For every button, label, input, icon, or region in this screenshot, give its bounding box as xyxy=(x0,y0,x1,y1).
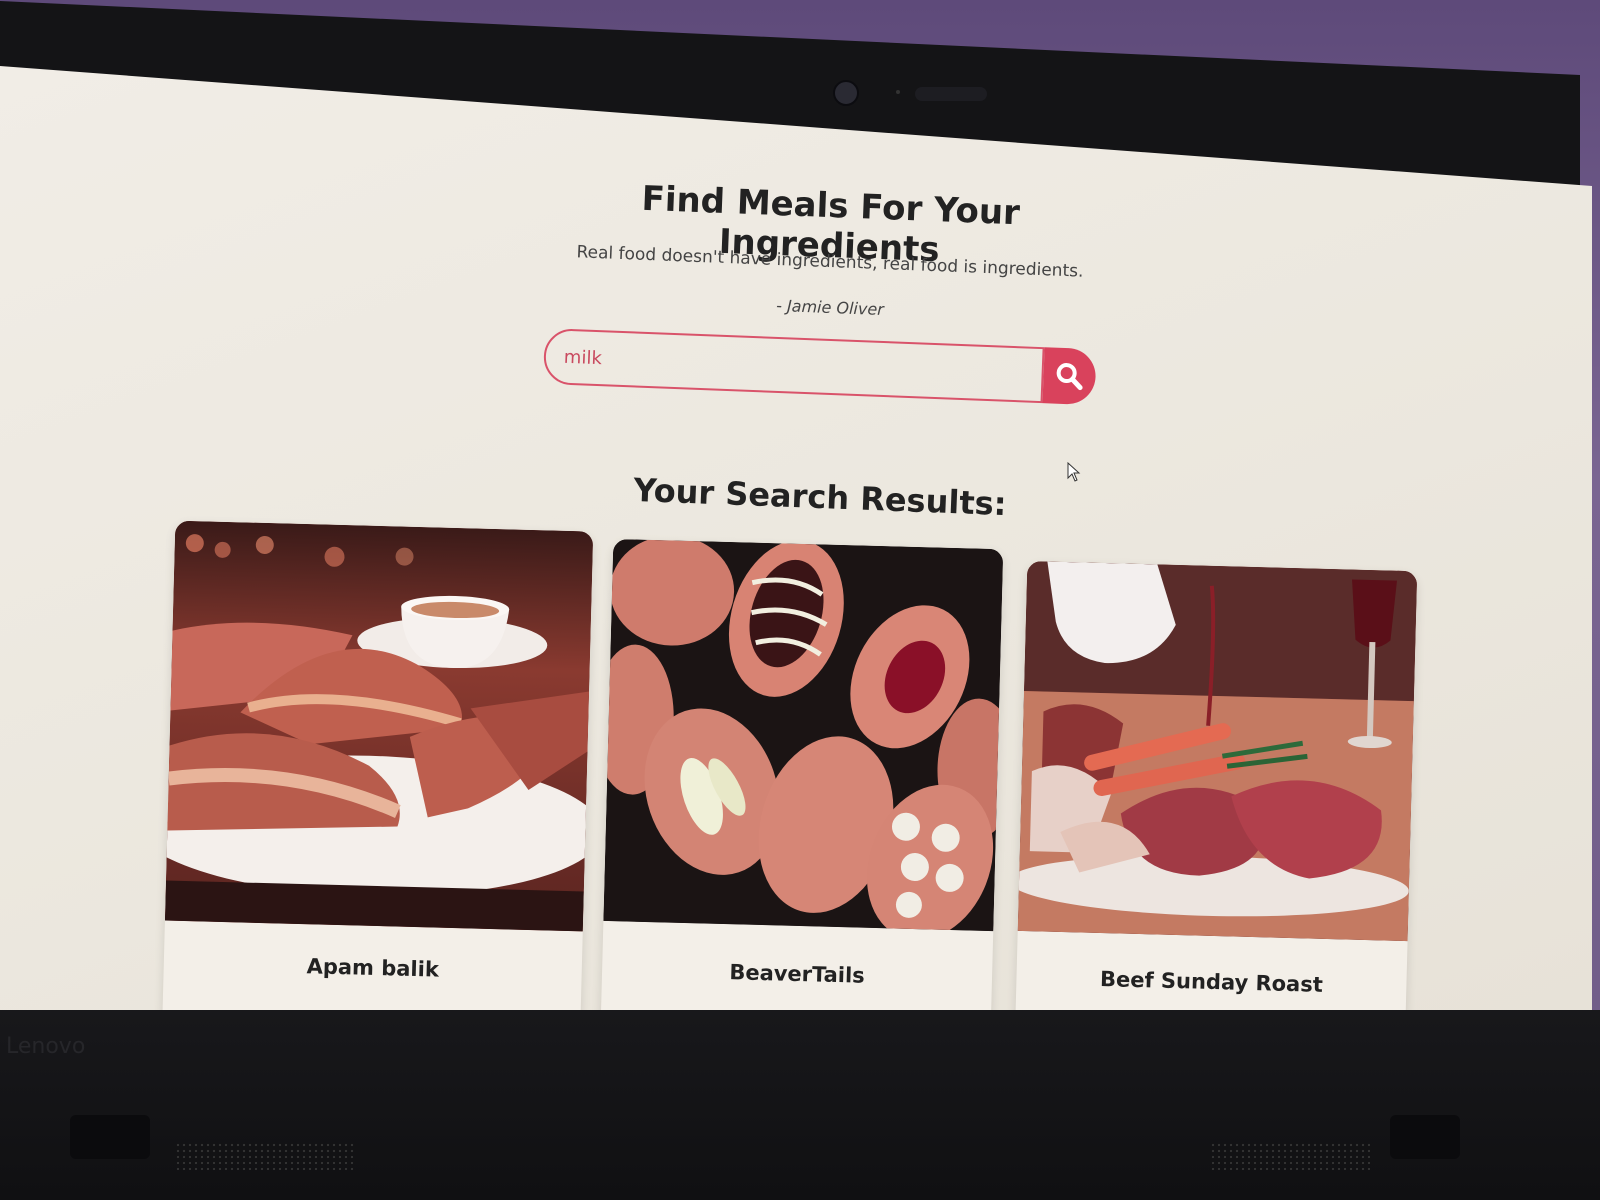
results-heading: Your Search Results: xyxy=(632,470,1008,524)
quote-author: - Jamie Oliver xyxy=(775,295,885,320)
search-input[interactable] xyxy=(542,328,1045,404)
right-hinge xyxy=(1390,1115,1460,1159)
laptop-brand-logo: Lenovo xyxy=(6,1034,86,1059)
meal-name[interactable]: Beef Sunday Roast xyxy=(1016,965,1406,999)
left-hinge xyxy=(70,1115,150,1159)
laptop-bottom-bezel xyxy=(0,1010,1600,1200)
web-page: Find Meals For Your Ingredients Real foo… xyxy=(0,66,1592,1016)
meal-image-beef-sunday-roast[interactable] xyxy=(1017,560,1418,942)
meal-image-beavertails[interactable] xyxy=(603,538,1004,932)
search-button[interactable] xyxy=(1042,347,1097,406)
left-speaker-grille xyxy=(175,1142,355,1170)
meal-card-beef-sunday-roast[interactable]: Beef Sunday Roast xyxy=(1012,560,1418,1016)
meal-name[interactable]: Apam balik xyxy=(164,950,582,985)
search-bar xyxy=(542,328,1097,406)
meal-name[interactable]: BeaverTails xyxy=(602,957,992,991)
right-speaker-grille xyxy=(1210,1142,1370,1170)
screen: Find Meals For Your Ingredients Real foo… xyxy=(0,66,1592,1016)
meal-card-beavertails[interactable]: BeaverTails xyxy=(598,538,1004,1016)
camera-indicator xyxy=(896,90,900,94)
meal-image-apam-balik[interactable] xyxy=(164,520,594,932)
search-icon xyxy=(1056,363,1083,391)
meal-card-apam-balik[interactable]: Apam balik xyxy=(160,520,594,1016)
camera-sensor xyxy=(915,87,987,101)
mouse-cursor-icon xyxy=(1067,462,1081,482)
webcam-icon xyxy=(833,80,859,106)
